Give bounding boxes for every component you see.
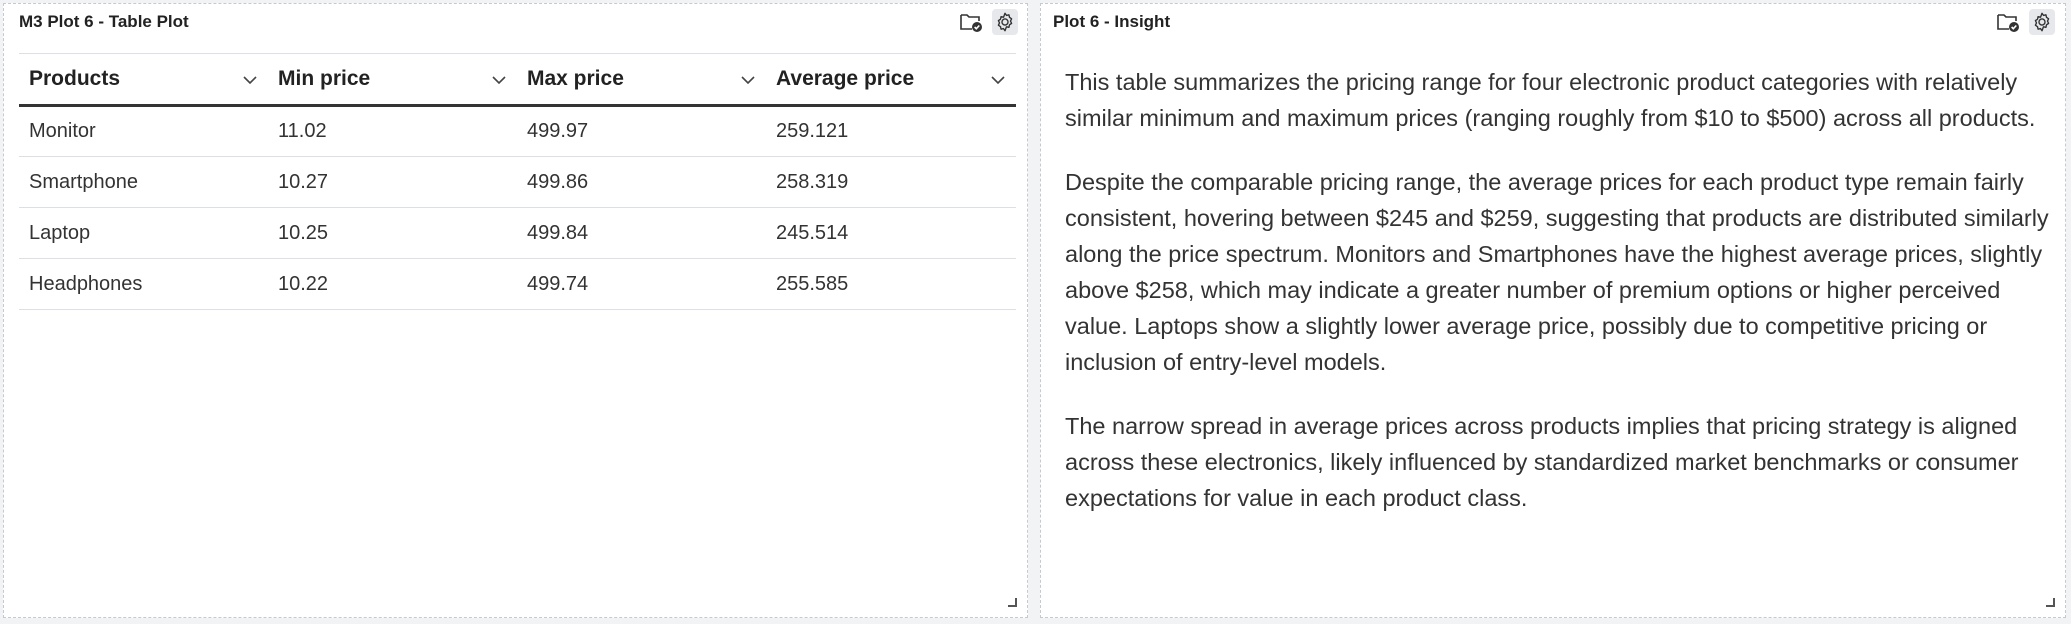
insight-paragraph: This table summarizes the pricing range …: [1065, 69, 2036, 131]
folder-check-icon[interactable]: [1995, 9, 2021, 35]
table-cell: 11.02: [268, 105, 517, 157]
column-header-label: Products: [29, 67, 121, 90]
column-header-max-price[interactable]: Max price: [517, 53, 766, 107]
panel-header: Plot 6 - Insight: [1041, 4, 2065, 38]
chevron-down-icon[interactable]: [491, 67, 507, 91]
table-cell: 245.514: [766, 207, 1016, 259]
insight-paragraph: Despite the comparable pricing range, th…: [1065, 169, 2049, 375]
table-row: Laptop 10.25 499.84 245.514: [19, 207, 1016, 259]
column-header-products[interactable]: Products: [19, 53, 268, 107]
panel-header: M3 Plot 6 - Table Plot: [4, 4, 1027, 38]
table-cell: 499.86: [517, 156, 766, 208]
table-row: Smartphone 10.27 499.86 258.319: [19, 156, 1016, 208]
table-row: Monitor 11.02 499.97 259.121: [19, 105, 1016, 157]
table-cell: 10.25: [268, 207, 517, 259]
column-header-label: Average price: [776, 67, 915, 90]
table-row: Headphones 10.22 499.74 255.585: [19, 258, 1016, 310]
chevron-down-icon[interactable]: [740, 67, 756, 91]
column-header-label: Max price: [527, 67, 624, 90]
table-plot-panel: M3 Plot 6 - Table Plot Products Min pric…: [3, 3, 1028, 618]
gear-icon[interactable]: [992, 9, 1018, 35]
table-cell: 255.585: [766, 258, 1016, 310]
table-cell: Smartphone: [19, 156, 268, 208]
table-cell: 259.121: [766, 105, 1016, 157]
column-header-min-price[interactable]: Min price: [268, 53, 517, 107]
table-cell: 10.27: [268, 156, 517, 208]
table-cell: 499.74: [517, 258, 766, 310]
table-header-row: Products Min price Max price Average pri…: [19, 53, 1016, 107]
table-cell: 258.319: [766, 156, 1016, 208]
table-cell: Headphones: [19, 258, 268, 310]
table-cell: 499.84: [517, 207, 766, 259]
resize-handle-icon[interactable]: [2046, 598, 2055, 607]
data-table: Products Min price Max price Average pri…: [19, 53, 1016, 310]
table-cell: 499.97: [517, 105, 766, 157]
table-cell: Monitor: [19, 105, 268, 157]
table-cell: Laptop: [19, 207, 268, 259]
resize-handle-icon[interactable]: [1008, 598, 1017, 607]
chevron-down-icon[interactable]: [242, 67, 258, 91]
panel-title: Plot 6 - Insight: [1053, 12, 1171, 31]
chevron-down-icon[interactable]: [990, 67, 1006, 91]
insight-text: This table summarizes the pricing range …: [1065, 64, 2050, 544]
column-header-label: Min price: [278, 67, 371, 90]
panel-title: M3 Plot 6 - Table Plot: [19, 12, 189, 31]
table-cell: 10.22: [268, 258, 517, 310]
folder-check-icon[interactable]: [958, 9, 984, 35]
gear-icon[interactable]: [2029, 9, 2055, 35]
column-header-average-price[interactable]: Average price: [766, 53, 1016, 107]
insight-panel: Plot 6 - Insight This table summarizes t…: [1040, 3, 2066, 618]
insight-paragraph: The narrow spread in average prices acro…: [1065, 413, 2019, 511]
